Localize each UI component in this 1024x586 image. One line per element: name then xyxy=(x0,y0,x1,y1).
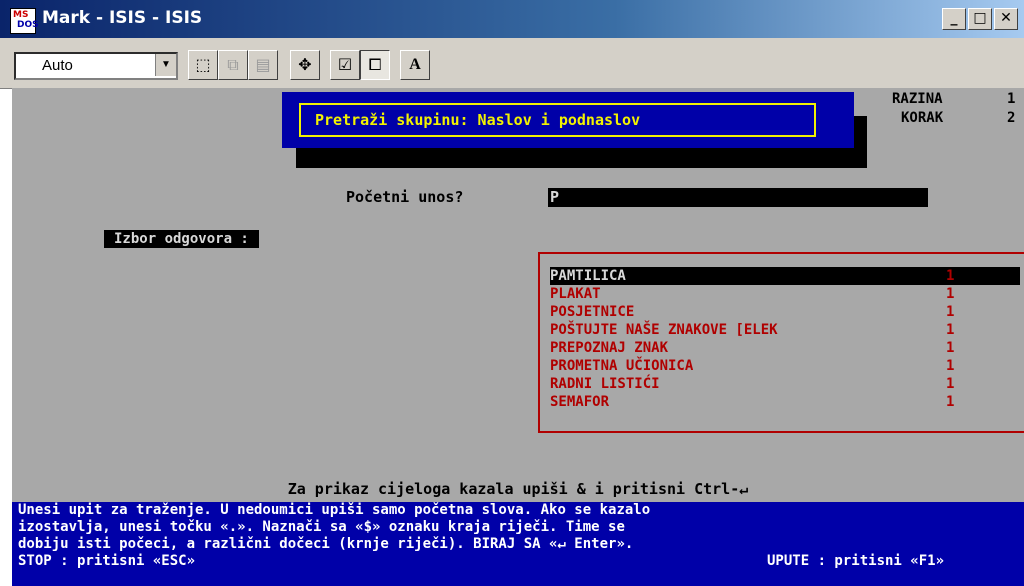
toolbar: Auto ▼ ⬚ ⧉ ▤ ✥ ☑ ⧠ A xyxy=(0,38,1024,89)
help-bar: Unesi upit za traženje. U nedoumici upiš… xyxy=(12,502,1024,586)
list-item-title: POSJETNICE xyxy=(550,304,635,320)
title-bar[interactable]: MS DOS Mark - ISIS - ISIS _ □ ✕ xyxy=(0,0,1024,38)
list-item[interactable]: SEMAFOR 1 xyxy=(550,393,1020,411)
window-title: Mark - ISIS - ISIS xyxy=(42,8,203,28)
window-controls: _ □ ✕ xyxy=(942,8,1018,30)
background-icon[interactable]: ⧠ xyxy=(360,50,390,80)
list-item[interactable]: PROMETNA UČIONICA 1 xyxy=(550,357,1020,375)
paste-icon[interactable]: ▤ xyxy=(248,50,278,80)
chevron-down-icon[interactable]: ▼ xyxy=(155,54,176,76)
list-item-title: PREPOZNAJ ZNAK xyxy=(550,340,669,356)
list-item[interactable]: PLAKAT 1 xyxy=(550,285,1020,303)
search-popup: Pretraži skupinu: Naslov i podnaslov xyxy=(282,92,854,148)
minimize-button[interactable]: _ xyxy=(942,8,966,30)
list-item-title: RADNI LISTIĆI xyxy=(550,376,660,392)
list-item-count: 1 xyxy=(946,322,955,338)
list-item-count: 1 xyxy=(946,268,955,284)
results-list[interactable]: PAMTILICA 1 PLAKAT 1 POSJETNICE 1 POŠTUJ… xyxy=(538,252,1024,433)
prompt-label: Početni unos? xyxy=(346,188,464,206)
list-item-count: 1 xyxy=(946,358,955,374)
logo-top-text: MS xyxy=(13,10,29,20)
list-item-count: 1 xyxy=(946,394,955,410)
search-input[interactable]: P xyxy=(548,188,928,207)
help-line-3: dobiju isti počeci, a različni dočeci (k… xyxy=(18,536,634,552)
mark-icon[interactable]: ⬚ xyxy=(188,50,218,80)
font-size-select[interactable]: Auto ▼ xyxy=(14,52,178,80)
list-item-count: 1 xyxy=(946,286,955,302)
hint-text: Za prikaz cijeloga kazala upiši & i prit… xyxy=(287,480,749,498)
maximize-button[interactable]: □ xyxy=(968,8,992,30)
list-item[interactable]: POSJETNICE 1 xyxy=(550,303,1020,321)
help-line-1: Unesi upit za traženje. U nedoumici upiš… xyxy=(18,502,651,518)
list-item[interactable]: PREPOZNAJ ZNAK 1 xyxy=(550,339,1020,357)
logo-bottom-text: DOS xyxy=(17,20,39,30)
stop-hint: STOP : pritisni «ESC» xyxy=(18,553,196,569)
list-item[interactable]: PAMTILICA 1 xyxy=(550,267,1020,285)
fullscreen-icon[interactable]: ✥ xyxy=(290,50,320,80)
properties-icon[interactable]: ☑ xyxy=(330,50,360,80)
list-item[interactable]: POŠTUJTE NAŠE ZNAKOVE [ELEK 1 xyxy=(550,321,1020,339)
list-item-title: SEMAFOR xyxy=(550,394,610,410)
razina-value: 1 xyxy=(1007,91,1016,107)
dos-console[interactable]: RAZINA 1 KORAK 2 Pretraži skupinu: Naslo… xyxy=(12,88,1024,586)
help-line-2: izostavlja, unesi točku «.». Naznači sa … xyxy=(18,519,625,535)
list-item[interactable]: RADNI LISTIĆI 1 xyxy=(550,375,1020,393)
list-item-count: 1 xyxy=(946,340,955,356)
list-item-title: PAMTILICA xyxy=(550,268,626,284)
list-item-title: POŠTUJTE NAŠE ZNAKOVE [ELEK xyxy=(550,322,778,338)
list-item-title: PLAKAT xyxy=(550,286,601,302)
upute-hint: UPUTE : pritisni «F1» xyxy=(767,553,945,569)
korak-value: 2 xyxy=(1007,110,1016,126)
razina-label: RAZINA xyxy=(892,91,943,107)
font-button[interactable]: A xyxy=(400,50,430,80)
list-item-count: 1 xyxy=(946,376,955,392)
copy-icon[interactable]: ⧉ xyxy=(218,50,248,80)
izbor-label: Izbor odgovora : xyxy=(104,230,259,248)
list-item-title: PROMETNA UČIONICA xyxy=(550,358,694,374)
popup-title: Pretraži skupinu: Naslov i podnaslov xyxy=(299,103,816,137)
msdos-logo-icon: MS DOS xyxy=(10,8,39,34)
font-size-value: Auto xyxy=(42,57,73,74)
close-button[interactable]: ✕ xyxy=(994,8,1018,30)
korak-label: KORAK xyxy=(901,110,944,126)
list-item-count: 1 xyxy=(946,304,955,320)
